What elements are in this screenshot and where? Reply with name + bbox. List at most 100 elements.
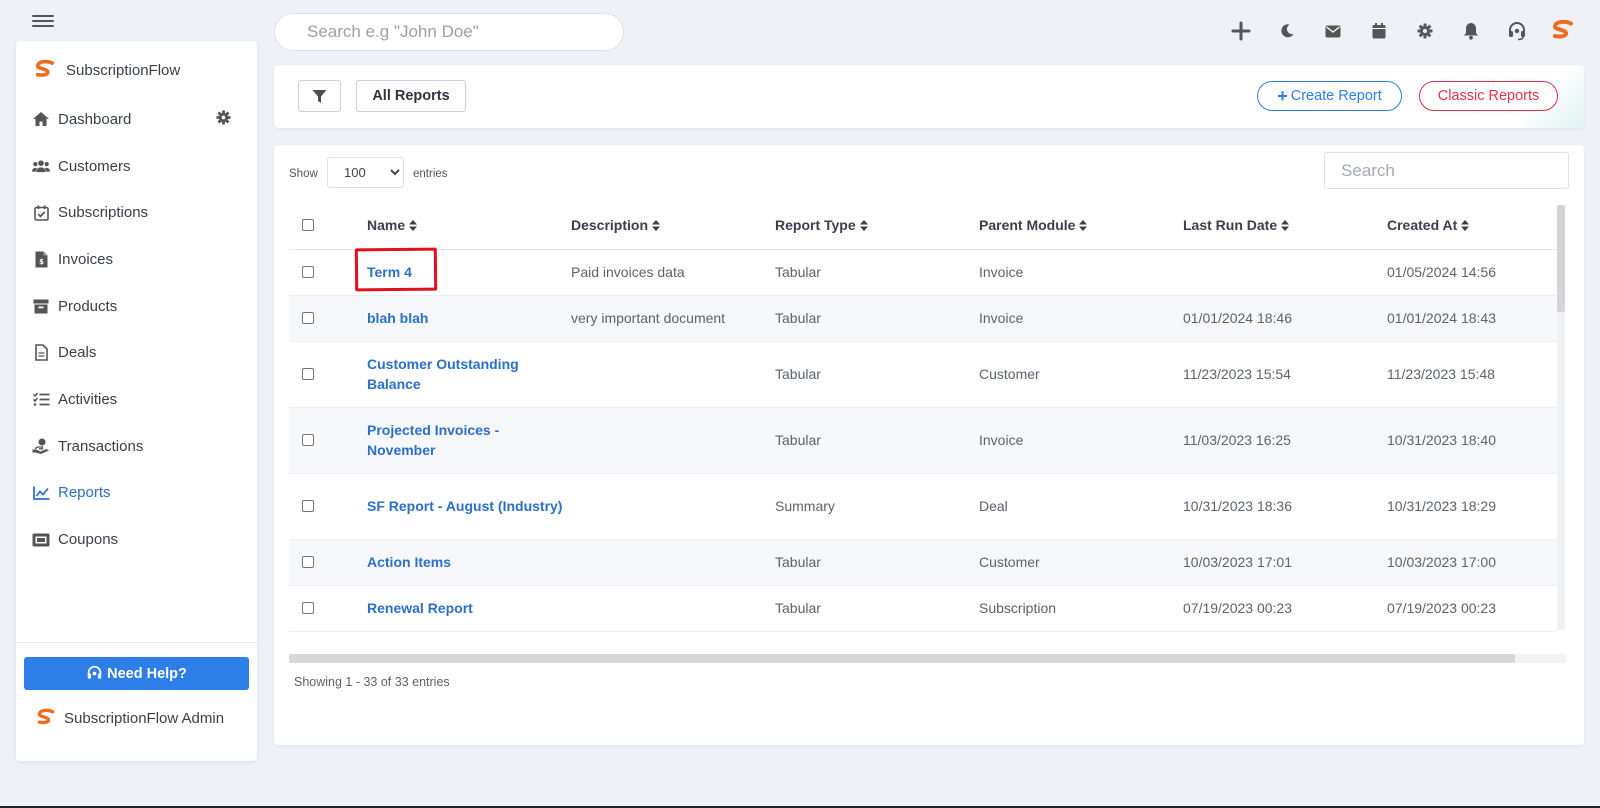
row-checkbox[interactable]	[302, 602, 314, 614]
parent-module-cell: Customer	[979, 539, 1183, 586]
sidebar-item-invoices[interactable]: $ Invoices	[16, 236, 257, 283]
report-type-cell: Tabular	[775, 341, 979, 408]
table-search-input[interactable]	[1324, 152, 1569, 189]
column-header-label: Last Run Date	[1183, 216, 1278, 233]
last-run-date-cell: 11/23/2023 15:54	[1183, 341, 1387, 408]
brand-logo-icon	[35, 59, 55, 77]
report-name-link[interactable]: Projected Invoices - November	[367, 420, 571, 460]
sidebar-nav: Dashboard Customers Subscriptions $ Invo…	[16, 96, 257, 563]
classic-reports-button[interactable]: Classic Reports	[1419, 81, 1558, 111]
column-header-report-type[interactable]: Report Type	[775, 202, 979, 250]
plus-icon[interactable]	[1218, 16, 1264, 46]
last-run-date-cell: 10/31/2023 18:36	[1183, 473, 1387, 540]
create-report-button[interactable]: + Create Report	[1257, 81, 1402, 111]
report-type-cell: Tabular	[775, 407, 979, 474]
column-header-parent-module[interactable]: Parent Module	[979, 202, 1183, 250]
report-name-link[interactable]: Term 4	[367, 262, 412, 282]
report-name-cell: SF Report - August (Industry)	[367, 473, 571, 540]
parent-module-cell: Invoice	[979, 249, 1183, 296]
table-row[interactable]: Renewal Report Tabular Subscription 07/1…	[289, 585, 1557, 632]
vertical-scrollbar-thumb[interactable]	[1557, 205, 1565, 312]
admin-account[interactable]: SubscriptionFlow Admin	[36, 708, 224, 728]
description-cell	[571, 473, 775, 540]
checklist-icon	[32, 390, 50, 408]
sidebar-item-transactions[interactable]: Transactions	[16, 423, 257, 470]
gear-icon[interactable]	[1402, 16, 1448, 46]
mail-icon[interactable]	[1310, 16, 1356, 46]
column-header-last-run-date[interactable]: Last Run Date	[1183, 202, 1387, 250]
horizontal-scrollbar-thumb[interactable]	[289, 654, 1515, 663]
sidebar-item-customers[interactable]: Customers	[16, 143, 257, 190]
last-run-date-cell: 11/03/2023 16:25	[1183, 407, 1387, 474]
row-checkbox[interactable]	[302, 434, 314, 446]
bell-icon[interactable]	[1448, 16, 1494, 46]
home-icon	[32, 110, 50, 128]
vertical-scrollbar[interactable]	[1557, 205, 1565, 630]
headset-icon[interactable]	[1494, 16, 1540, 46]
created-at-cell: 01/01/2024 18:43	[1387, 295, 1557, 342]
row-checkbox[interactable]	[302, 312, 314, 324]
table-row[interactable]: Term 4 Paid invoices data Tabular Invoic…	[289, 249, 1557, 296]
table-row[interactable]: Customer Outstanding Balance Tabular Cus…	[289, 341, 1557, 408]
row-checkbox[interactable]	[302, 500, 314, 512]
row-checkbox[interactable]	[302, 266, 314, 278]
description-cell	[571, 539, 775, 586]
sidebar-item-label: Dashboard	[58, 110, 132, 128]
all-reports-button[interactable]: All Reports	[356, 80, 466, 112]
description-cell	[571, 585, 775, 632]
brand-logo-icon[interactable]	[1540, 16, 1586, 46]
table-row[interactable]: Projected Invoices - November Tabular In…	[289, 407, 1557, 474]
sidebar-item-label: Deals	[58, 344, 97, 362]
sidebar-item-coupons[interactable]: Coupons	[16, 516, 257, 563]
entries-per-page-select[interactable]: 100	[327, 157, 404, 188]
moon-icon[interactable]	[1264, 16, 1310, 46]
users-icon	[32, 157, 50, 175]
row-select-cell	[289, 585, 367, 632]
need-help-button[interactable]: Need Help?	[24, 657, 249, 690]
calendar-icon[interactable]	[1356, 16, 1402, 46]
sidebar-item-reports[interactable]: Reports	[16, 470, 257, 517]
report-name-link[interactable]: Action Items	[367, 552, 451, 572]
sort-icon	[1281, 218, 1290, 234]
table-row[interactable]: Action Items Tabular Customer 10/03/2023…	[289, 539, 1557, 586]
sidebar-divider	[16, 642, 257, 643]
sidebar-item-activities[interactable]: Activities	[16, 376, 257, 423]
sidebar-item-label: Invoices	[58, 250, 114, 268]
table-row[interactable]: SF Report - August (Industry) Summary De…	[289, 473, 1557, 540]
report-name-link[interactable]: blah blah	[367, 308, 428, 328]
sort-icon	[859, 218, 868, 234]
sidebar-item-products[interactable]: Products	[16, 283, 257, 330]
reports-toolbar: All Reports + Create Report Classic Repo…	[274, 65, 1584, 128]
description-cell: very important document	[571, 295, 775, 342]
parent-module-cell: Invoice	[979, 295, 1183, 342]
column-header-created-at[interactable]: Created At	[1387, 202, 1557, 250]
global-search-input[interactable]	[274, 13, 624, 51]
column-header-label: Name	[367, 216, 406, 233]
sidebar-item-subscriptions[interactable]: Subscriptions	[16, 189, 257, 236]
filter-button[interactable]	[298, 80, 341, 112]
table-scroll-area[interactable]: Name Description Report Type Parent Modu…	[289, 202, 1557, 632]
sidebar-item-label: Activities	[58, 390, 118, 408]
horizontal-scrollbar[interactable]	[289, 654, 1566, 663]
report-name-link[interactable]: Customer Outstanding Balance	[367, 354, 571, 394]
last-run-date-cell	[1183, 249, 1387, 296]
last-run-date-cell: 01/01/2024 18:46	[1183, 295, 1387, 342]
archive-icon	[32, 297, 50, 315]
column-header-description[interactable]: Description	[571, 202, 775, 250]
select-all-checkbox[interactable]	[302, 219, 314, 232]
sidebar-brand[interactable]: SubscriptionFlow	[34, 59, 180, 81]
menu-toggle-icon[interactable]	[32, 12, 54, 30]
sidebar-item-label: Subscriptions	[58, 204, 149, 222]
sidebar-item-dashboard[interactable]: Dashboard	[16, 96, 257, 143]
row-select-cell	[289, 341, 367, 408]
row-checkbox[interactable]	[302, 556, 314, 568]
sidebar-item-deals[interactable]: Deals	[16, 329, 257, 376]
report-name-cell: Projected Invoices - November	[367, 407, 571, 474]
column-header-name[interactable]: Name	[367, 202, 571, 250]
plus-icon: +	[1277, 86, 1288, 106]
table-row[interactable]: blah blah very important document Tabula…	[289, 295, 1557, 342]
dashboard-settings-gear-icon[interactable]	[216, 110, 231, 130]
report-name-link[interactable]: Renewal Report	[367, 598, 473, 618]
row-checkbox[interactable]	[302, 368, 314, 380]
report-name-link[interactable]: SF Report - August (Industry)	[367, 496, 562, 516]
